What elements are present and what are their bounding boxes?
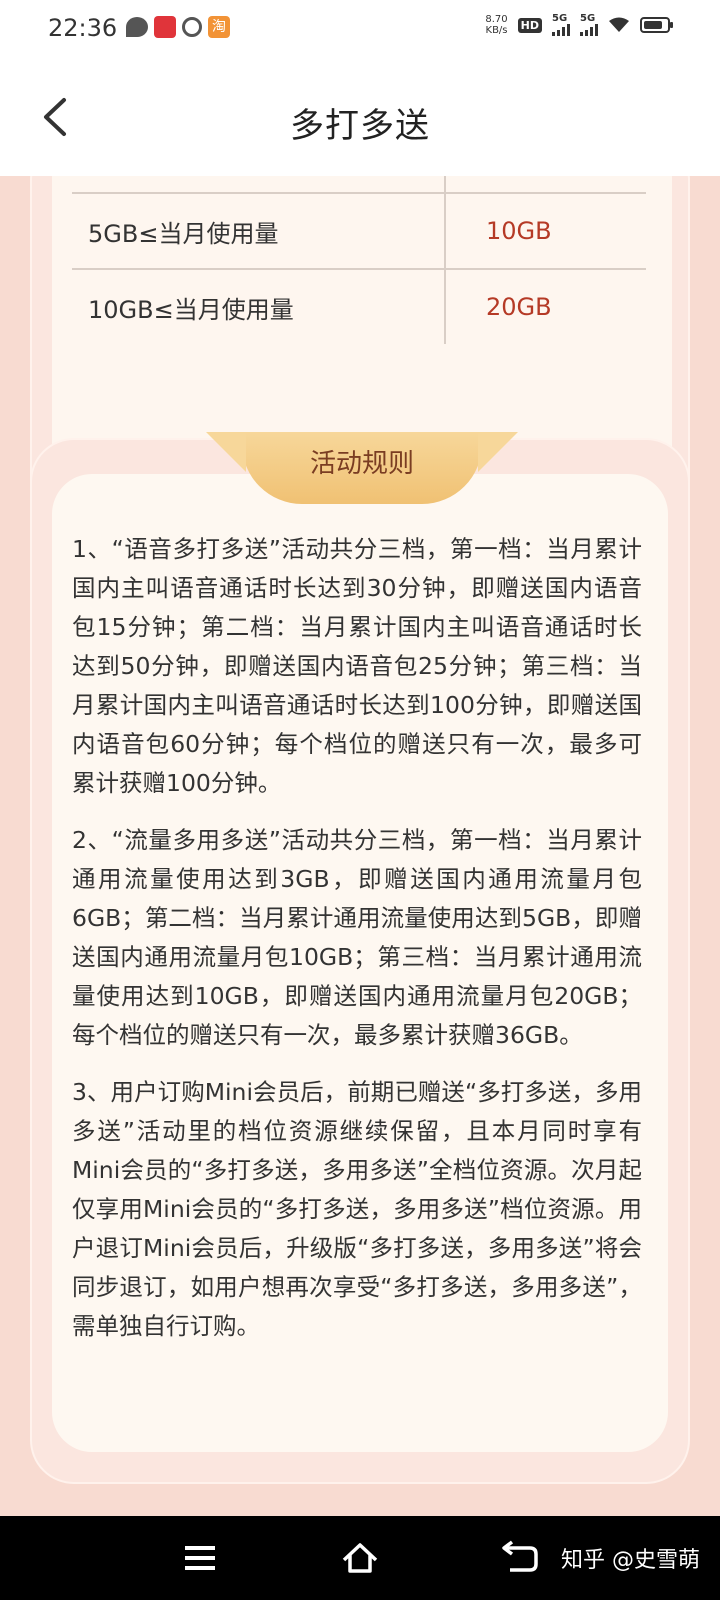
rule-item-2: 2、“流量多用多送”活动共分三档，第一档：当月累计通用流量使用达到3GB，即赠送… — [72, 826, 642, 1049]
sim2-signal-icon: 5G — [580, 14, 598, 36]
status-time: 22:36 — [48, 14, 118, 42]
app-header: 多打多送 — [0, 56, 720, 176]
rule-item-3: 3、用户订购Mini会员后，前期已赠送“多打多送，多用多送”活动里的档位资源继续… — [72, 1078, 642, 1340]
weibo-app-icon — [154, 16, 176, 38]
tier-condition: 10GB≤当月使用量 — [72, 268, 446, 344]
tier-reward: 20GB — [444, 268, 646, 344]
return-icon[interactable] — [500, 1538, 540, 1578]
rule-item-1: 1、“语音多打多送”活动共分三档，第一档：当月累计国内主叫语音通话时长达到30分… — [72, 535, 642, 797]
home-icon[interactable] — [340, 1538, 380, 1578]
menu-icon[interactable] — [180, 1538, 220, 1578]
tier-condition: 5GB≤当月使用量 — [72, 192, 446, 270]
status-bar: 22:36 淘 8.70 KB/s HD 5G 5G — [0, 0, 720, 56]
network-speed-unit: KB/s — [485, 25, 508, 36]
network-speed-value: 8.70 — [485, 14, 508, 25]
sim1-network-label: 5G — [552, 13, 568, 24]
table-row: 5GB≤当月使用量 10GB — [72, 192, 646, 270]
sim1-signal-icon: 5G — [552, 14, 570, 36]
rules-list: 1、“语音多打多送”活动共分三档，第一档：当月累计国内主叫语音通话时长达到30分… — [72, 530, 642, 1364]
wifi-icon — [609, 17, 629, 32]
loop-app-icon — [182, 17, 202, 37]
notification-icons: 淘 — [126, 16, 230, 38]
network-speed: 8.70 KB/s — [485, 14, 507, 36]
sim2-network-label: 5G — [580, 13, 596, 24]
chat-bubble-icon — [126, 17, 148, 37]
page-title: 多打多送 — [290, 106, 430, 146]
tier-table: 5GB≤当月使用量 10GB 10GB≤当月使用量 20GB — [70, 176, 648, 346]
tier-reward: 10GB — [444, 192, 646, 270]
content-scroll-area[interactable]: 5GB≤当月使用量 10GB 10GB≤当月使用量 20GB 活动规则 1、“语… — [0, 176, 720, 1516]
taobao-app-icon: 淘 — [208, 16, 230, 38]
system-icons: 8.70 KB/s HD 5G 5G — [485, 14, 673, 36]
system-nav-bar: 知乎 @史雪萌 — [0, 1516, 720, 1600]
rules-heading: 活动规则 — [242, 432, 482, 504]
battery-icon — [640, 17, 673, 33]
rules-card: 活动规则 1、“语音多打多送”活动共分三档，第一档：当月累计国内主叫语音通话时长… — [30, 432, 690, 1484]
hd-voice-icon: HD — [517, 17, 542, 33]
watermark: 知乎 @史雪萌 — [561, 1548, 700, 1573]
table-row: 10GB≤当月使用量 20GB — [72, 268, 646, 344]
table-row-partial — [72, 176, 646, 194]
